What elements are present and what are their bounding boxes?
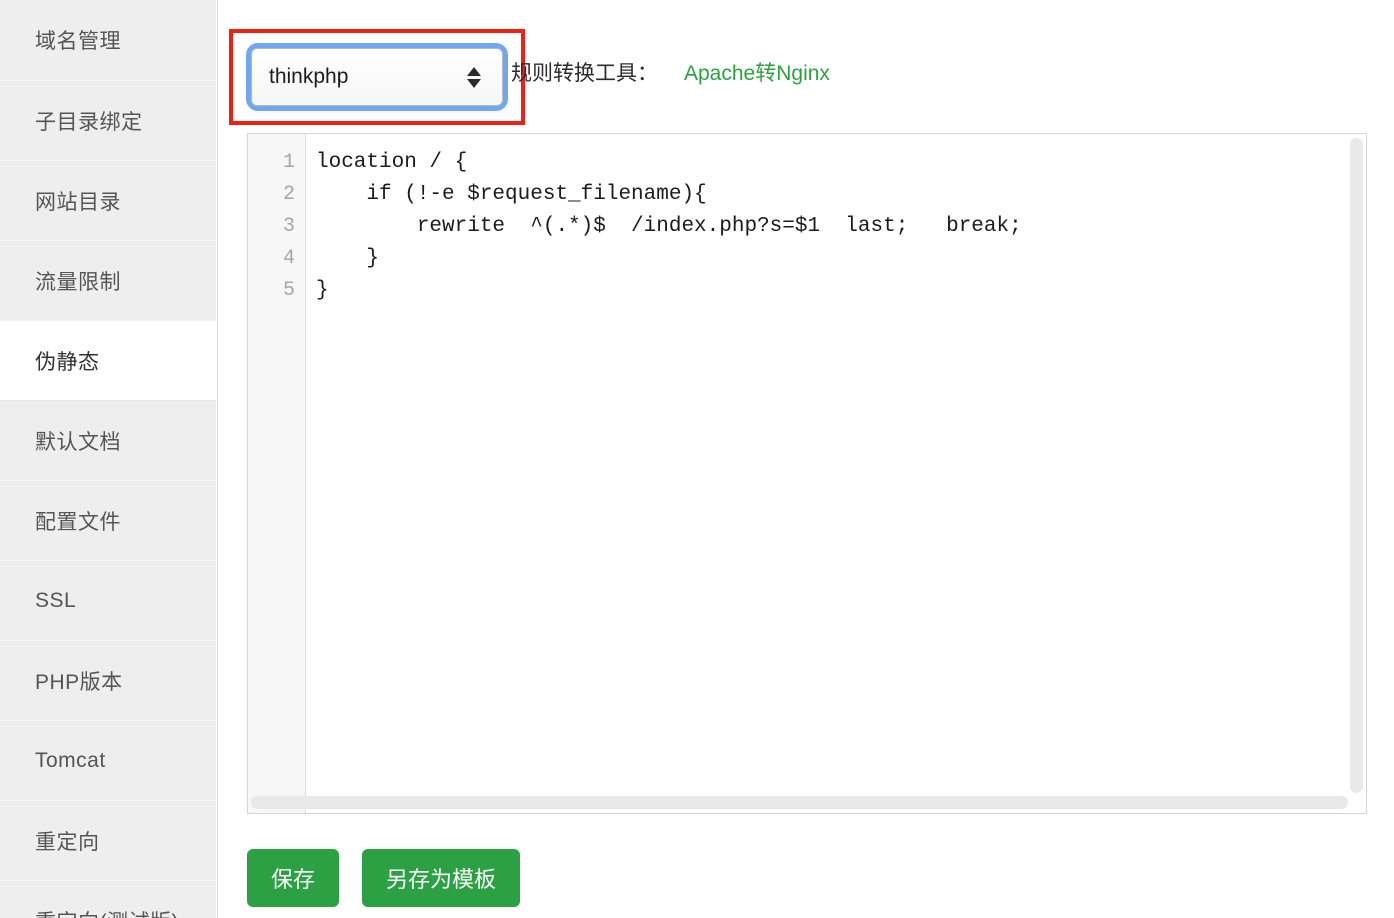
sidebar-item-label: 重定向(测试版) <box>35 906 179 918</box>
apache-to-nginx-link[interactable]: Apache转Nginx <box>684 57 830 87</box>
main-content: thinkphp 规则转换工具： Apache转Nginx 1 2 3 4 5 … <box>218 0 1394 918</box>
line-number: 4 <box>282 247 295 270</box>
editor-body: 1 2 3 4 5 location / { if (!-e $request_… <box>248 134 1366 813</box>
sidebar-item-traffic-limit[interactable]: 流量限制 <box>0 240 216 320</box>
sidebar-item-label: 伪静态 <box>35 350 100 374</box>
sidebar: 域名管理 子目录绑定 网站目录 流量限制 伪静态 默认文档 配置文件 SSL P… <box>0 0 218 918</box>
rule-code-editor[interactable]: 1 2 3 4 5 location / { if (!-e $request_… <box>247 133 1367 814</box>
action-buttons: 保存 另存为模板 <box>247 849 521 907</box>
rule-template-select-value: thinkphp <box>269 65 349 88</box>
line-number: 5 <box>282 279 295 302</box>
sidebar-item-config-file[interactable]: 配置文件 <box>0 480 216 560</box>
pseudo-static-page: 域名管理 子目录绑定 网站目录 流量限制 伪静态 默认文档 配置文件 SSL P… <box>0 0 1394 918</box>
stepper-updown-icon[interactable] <box>466 61 482 93</box>
editor-vertical-scrollbar[interactable] <box>1350 138 1363 793</box>
sidebar-item-label: 域名管理 <box>35 30 121 53</box>
sidebar-item-tomcat[interactable]: Tomcat <box>0 720 216 800</box>
line-number: 2 <box>282 183 295 206</box>
line-number: 3 <box>282 215 295 238</box>
sidebar-item-label: Tomcat <box>35 748 106 772</box>
converter-label: 规则转换工具： <box>511 62 658 85</box>
rule-select-highlight-box: thinkphp <box>229 29 525 125</box>
sidebar-item-label: PHP版本 <box>35 670 123 694</box>
sidebar-item-label: SSL <box>35 588 77 612</box>
toolbar: thinkphp 规则转换工具： Apache转Nginx <box>218 0 1394 130</box>
sidebar-item-label: 配置文件 <box>35 510 121 534</box>
sidebar-item-ssl[interactable]: SSL <box>0 560 216 640</box>
sidebar-item-domain-management[interactable]: 域名管理 <box>0 0 216 80</box>
rule-template-select[interactable]: thinkphp <box>251 48 503 106</box>
sidebar-item-label: 流量限制 <box>35 270 121 294</box>
sidebar-item-pseudo-static[interactable]: 伪静态 <box>0 320 216 400</box>
sidebar-item-default-document[interactable]: 默认文档 <box>0 400 216 480</box>
editor-horizontal-scrollbar[interactable] <box>251 796 1348 809</box>
sidebar-item-php-version[interactable]: PHP版本 <box>0 640 216 720</box>
sidebar-item-label: 子目录绑定 <box>35 110 143 134</box>
save-button[interactable]: 保存 <box>247 849 340 907</box>
sidebar-item-website-directory[interactable]: 网站目录 <box>0 160 216 240</box>
sidebar-item-subdirectory-binding[interactable]: 子目录绑定 <box>0 80 216 160</box>
save-as-template-button[interactable]: 另存为模板 <box>362 849 521 907</box>
sidebar-item-redirect[interactable]: 重定向 <box>0 800 216 880</box>
editor-line-numbers: 1 2 3 4 5 <box>248 134 306 813</box>
line-number: 1 <box>282 151 295 174</box>
sidebar-item-redirect-beta[interactable]: 重定向(测试版) <box>0 880 216 918</box>
sidebar-item-label: 默认文档 <box>35 430 121 454</box>
sidebar-item-label: 网站目录 <box>35 190 121 214</box>
editor-code-text[interactable]: location / { if (!-e $request_filename){… <box>306 134 1366 813</box>
sidebar-item-label: 重定向 <box>35 830 100 854</box>
